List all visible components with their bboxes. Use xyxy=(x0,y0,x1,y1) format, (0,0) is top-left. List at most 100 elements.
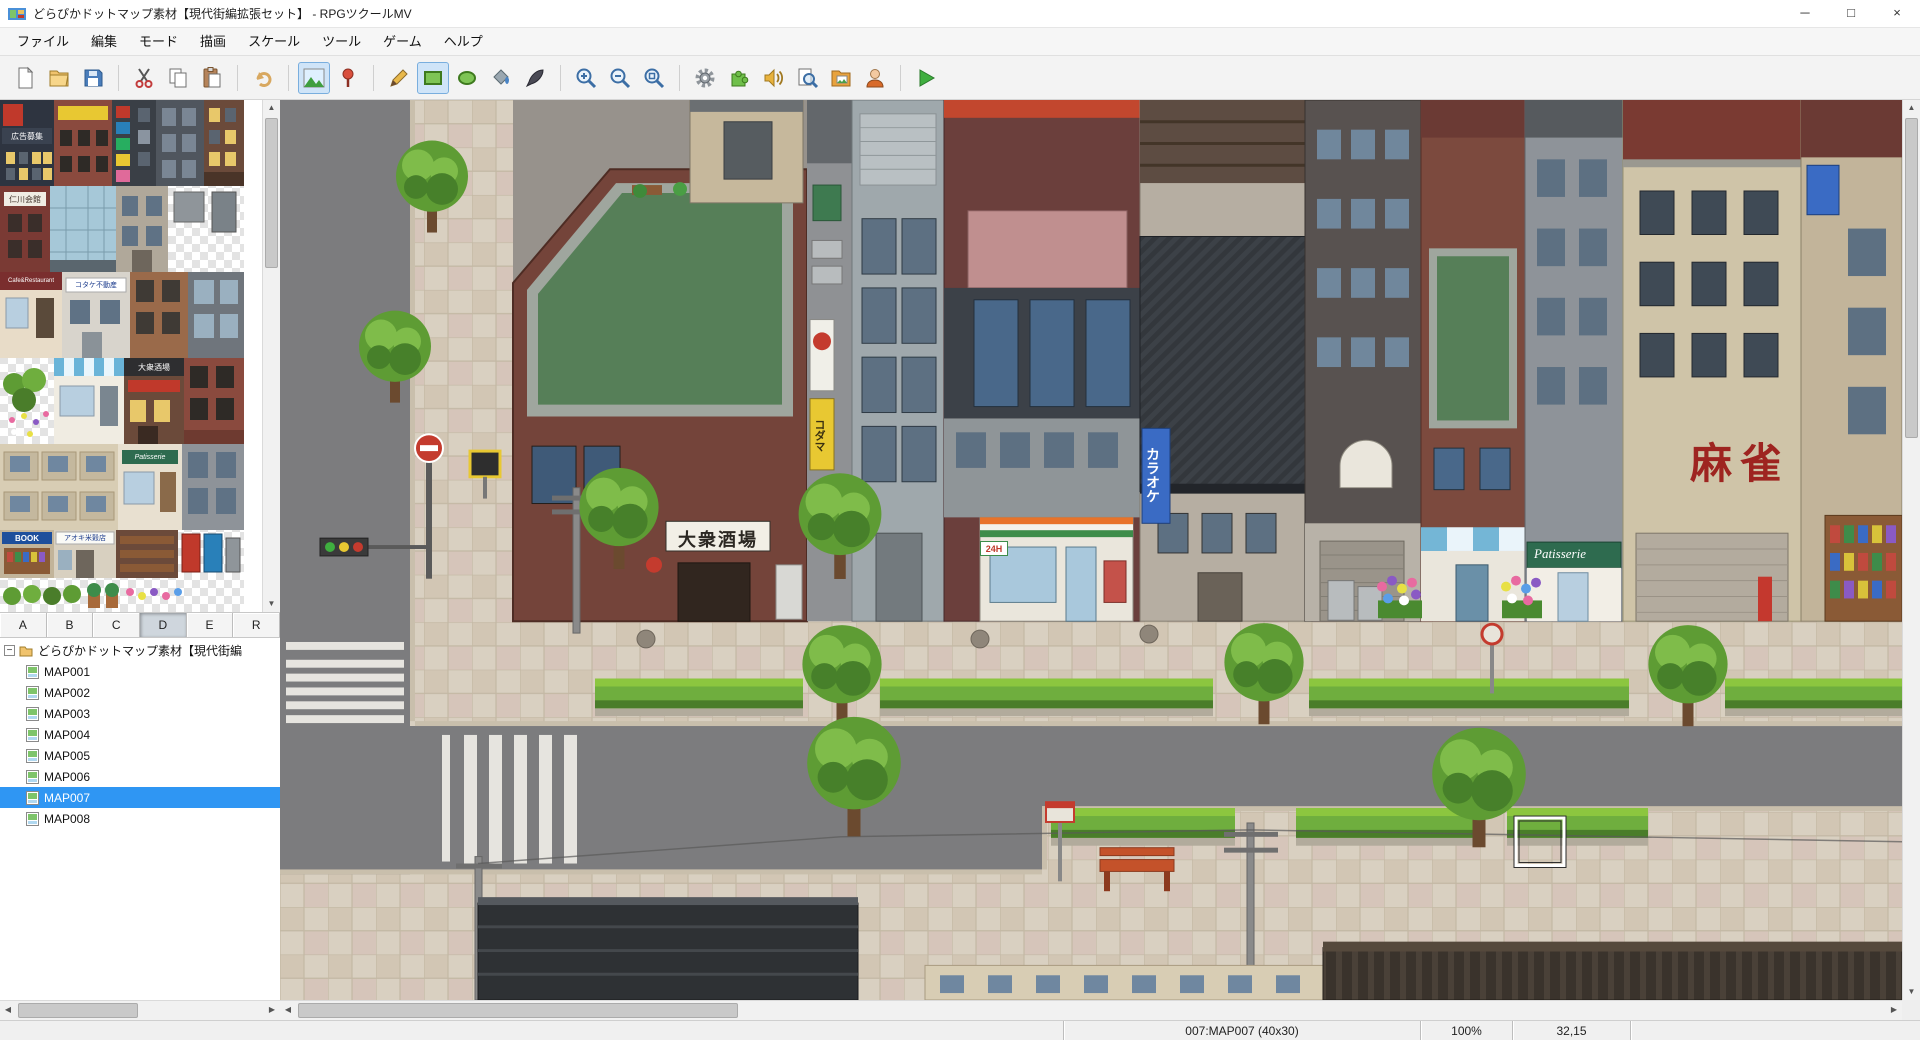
database-button[interactable] xyxy=(689,62,721,94)
ellipse-tool-icon xyxy=(455,66,479,90)
map-canvas-image xyxy=(280,100,1902,1000)
zoom-out-icon xyxy=(608,66,632,90)
character-generator-button[interactable] xyxy=(859,62,891,94)
sidebar-hscrollbar[interactable]: ◀ ▶ xyxy=(0,1000,280,1020)
canvas-vscrollbar[interactable]: ▲ ▼ xyxy=(1902,100,1920,1000)
new-project-button[interactable] xyxy=(9,62,41,94)
tileset-tabbar: A B C D E R xyxy=(0,612,280,638)
undo-button[interactable] xyxy=(247,62,279,94)
map-label: MAP002 xyxy=(44,686,90,700)
shadow-pen-tool-button[interactable] xyxy=(519,62,551,94)
menu-draw[interactable]: 描画 xyxy=(189,29,237,55)
zoom-in-icon xyxy=(574,66,598,90)
cut-button[interactable] xyxy=(128,62,160,94)
map-tree-root[interactable]: − どらぴかドットマップ素材【現代街編 xyxy=(0,640,280,661)
scroll-right-arrow[interactable]: ▶ xyxy=(264,1001,280,1020)
map-canvas[interactable]: 大衆酒場 カラオケ コダマ 24H Patisserie 麻雀 xyxy=(280,100,1902,1000)
zoom-actual-icon xyxy=(642,66,666,90)
person-icon xyxy=(863,66,887,90)
plugin-manager-button[interactable] xyxy=(723,62,755,94)
gear-icon xyxy=(693,66,717,90)
palette-tab-r[interactable]: R xyxy=(233,613,280,637)
map-label: MAP006 xyxy=(44,770,90,784)
toolbar-separator xyxy=(373,65,374,91)
open-project-button[interactable] xyxy=(43,62,75,94)
menu-mode[interactable]: モード xyxy=(128,29,189,55)
scissors-icon xyxy=(132,66,156,90)
zoom-out-button[interactable] xyxy=(604,62,636,94)
rectangle-tool-icon xyxy=(421,66,445,90)
shadow-pen-icon xyxy=(523,66,547,90)
sound-test-button[interactable] xyxy=(757,62,789,94)
scroll-down-arrow[interactable]: ▼ xyxy=(1903,984,1920,1000)
rectangle-tool-button[interactable] xyxy=(417,62,449,94)
tree-collapse-icon[interactable]: − xyxy=(4,645,15,656)
tree-item-map007-selected[interactable]: MAP007 xyxy=(0,787,280,808)
sidebar-scroll-thumb[interactable] xyxy=(18,1003,138,1018)
status-zoom-level: 100% xyxy=(1420,1021,1512,1040)
puzzle-icon xyxy=(727,66,751,90)
tree-item-map006[interactable]: MAP006 xyxy=(0,766,280,787)
menu-file[interactable]: ファイル xyxy=(6,29,80,55)
playtest-button[interactable] xyxy=(910,62,942,94)
app-icon xyxy=(8,6,26,22)
statusbar: 007:MAP007 (40x30) 100% 32,15 xyxy=(0,1020,1920,1040)
canvas-vscroll-thumb[interactable] xyxy=(1905,118,1918,438)
flood-fill-tool-button[interactable] xyxy=(485,62,517,94)
tree-item-map004[interactable]: MAP004 xyxy=(0,724,280,745)
palette-tab-b[interactable]: B xyxy=(47,613,94,637)
scroll-up-arrow[interactable]: ▲ xyxy=(1903,100,1920,116)
tileset-palette[interactable]: 広告募集 仁川会館 Cafe&Restaurant コタケ不動産 大衆酒場 Pa… xyxy=(0,100,280,612)
tree-item-map003[interactable]: MAP003 xyxy=(0,703,280,724)
menu-edit[interactable]: 編集 xyxy=(80,29,128,55)
zoom-actual-button[interactable] xyxy=(638,62,670,94)
paste-button[interactable] xyxy=(196,62,228,94)
palette-tab-c[interactable]: C xyxy=(93,613,140,637)
resource-manager-button[interactable] xyxy=(825,62,857,94)
tileset-palette-image xyxy=(0,100,262,612)
app-window: どらぴかドットマップ素材【現代街編拡張セット】 - RPGツクールMV ─ □ … xyxy=(0,0,1920,1040)
scroll-right-arrow[interactable]: ▶ xyxy=(1886,1001,1902,1020)
ellipse-tool-button[interactable] xyxy=(451,62,483,94)
tree-item-map002[interactable]: MAP002 xyxy=(0,682,280,703)
minimize-button[interactable]: ─ xyxy=(1782,0,1828,28)
titlebar: どらぴかドットマップ素材【現代街編拡張セット】 - RPGツクールMV ─ □ … xyxy=(0,0,1920,28)
building-patisserie xyxy=(1525,100,1623,621)
menu-help[interactable]: ヘルプ xyxy=(433,29,494,55)
copy-button[interactable] xyxy=(162,62,194,94)
scroll-down-arrow[interactable]: ▼ xyxy=(263,596,280,612)
canvas-hscrollbar[interactable]: ◀ ▶ xyxy=(280,1000,1902,1020)
palette-scroll-thumb[interactable] xyxy=(265,118,278,268)
close-button[interactable]: × xyxy=(1874,0,1920,28)
tree-item-map005[interactable]: MAP005 xyxy=(0,745,280,766)
event-search-button[interactable] xyxy=(791,62,823,94)
zoom-in-button[interactable] xyxy=(570,62,602,94)
tree-item-map001[interactable]: MAP001 xyxy=(0,661,280,682)
map-mode-button[interactable] xyxy=(298,62,330,94)
toolbar-separator xyxy=(118,65,119,91)
canvas-area: 大衆酒場 カラオケ コダマ 24H Patisserie 麻雀 ▲ ▼ ◀ ▶ xyxy=(280,100,1920,1020)
palette-tab-e[interactable]: E xyxy=(187,613,234,637)
window-title: どらぴかドットマップ素材【現代街編拡張セット】 - RPGツクールMV xyxy=(33,5,412,22)
copy-icon xyxy=(166,66,190,90)
menu-scale[interactable]: スケール xyxy=(237,29,311,55)
menu-game[interactable]: ゲーム xyxy=(372,29,433,55)
event-mode-button[interactable] xyxy=(332,62,364,94)
building-mahjong xyxy=(1623,100,1801,621)
toolbar xyxy=(0,56,1920,100)
scroll-left-arrow[interactable]: ◀ xyxy=(0,1001,16,1020)
play-icon xyxy=(914,66,938,90)
map-label: MAP004 xyxy=(44,728,90,742)
map-label: MAP001 xyxy=(44,665,90,679)
palette-tab-a[interactable]: A xyxy=(0,613,47,637)
pencil-tool-button[interactable] xyxy=(383,62,415,94)
tree-item-map008[interactable]: MAP008 xyxy=(0,808,280,829)
scroll-left-arrow[interactable]: ◀ xyxy=(280,1001,296,1020)
save-project-button[interactable] xyxy=(77,62,109,94)
canvas-hscroll-thumb[interactable] xyxy=(298,1003,738,1018)
scroll-up-arrow[interactable]: ▲ xyxy=(263,100,280,116)
maximize-button[interactable]: □ xyxy=(1828,0,1874,28)
palette-tab-d[interactable]: D xyxy=(140,613,187,637)
palette-scrollbar[interactable]: ▲ ▼ xyxy=(262,100,280,612)
menu-tools[interactable]: ツール xyxy=(311,29,372,55)
